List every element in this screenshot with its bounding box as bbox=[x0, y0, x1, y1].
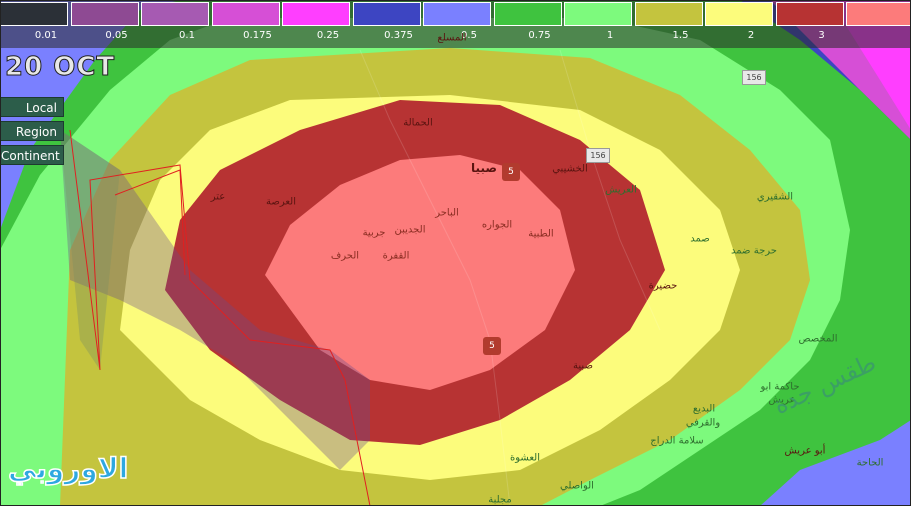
continent-button[interactable]: Continent bbox=[0, 145, 64, 165]
watermark-logo: الاوروبي bbox=[7, 451, 129, 486]
road-shield: 156 bbox=[742, 70, 766, 85]
legend-tick-label: 1.5 bbox=[672, 30, 689, 41]
place-label: عتر bbox=[210, 191, 226, 203]
place-label: الجديبن bbox=[394, 224, 426, 236]
place-label: العرصة bbox=[265, 196, 297, 208]
legend-swatch bbox=[352, 2, 421, 26]
place-label: صبيا bbox=[471, 161, 497, 175]
legend-swatch bbox=[846, 2, 911, 26]
place-label: الباحر bbox=[435, 207, 459, 219]
place-label: الحاحة bbox=[856, 457, 884, 469]
legend-swatch bbox=[564, 2, 632, 26]
legend-tick-label: 0.375 bbox=[384, 30, 413, 41]
region-button[interactable]: Region bbox=[0, 121, 64, 141]
place-label: الجواره bbox=[481, 219, 513, 231]
place-label: مجلبة bbox=[488, 494, 512, 506]
place-label: العشوة bbox=[510, 452, 540, 464]
legend-swatch bbox=[775, 2, 844, 26]
legend-swatch bbox=[423, 2, 491, 26]
place-label: الحرف bbox=[330, 250, 360, 262]
legend-swatch bbox=[282, 2, 350, 26]
local-button[interactable]: Local bbox=[0, 97, 64, 117]
legend-swatch bbox=[634, 2, 703, 26]
legend-swatch bbox=[70, 2, 139, 26]
legend-swatch bbox=[211, 2, 280, 26]
place-label: المسلع bbox=[437, 32, 467, 44]
place-label: سلامة الدراج bbox=[650, 435, 704, 447]
place-label: الشقيري bbox=[756, 191, 794, 203]
place-label: حضيرة bbox=[648, 280, 678, 292]
place-label: المخصص bbox=[798, 333, 838, 345]
legend-tick-label: 2 bbox=[747, 30, 755, 41]
legend-tick-label: 0.05 bbox=[105, 30, 128, 41]
route-shield: 5 bbox=[483, 337, 501, 355]
place-label: جربية bbox=[362, 227, 386, 239]
legend-tick-label: 0.25 bbox=[316, 30, 340, 41]
date-label: 20 OCT bbox=[4, 52, 116, 83]
route-shield: 5 bbox=[502, 163, 520, 181]
place-label: الحمالة bbox=[403, 117, 433, 129]
place-label: العريش bbox=[605, 184, 637, 196]
place-label: القفرة bbox=[382, 250, 410, 262]
place-label: البديع bbox=[692, 403, 716, 415]
place-label: والقرفي bbox=[685, 417, 721, 429]
legend-swatch bbox=[705, 2, 773, 26]
place-label: صمد bbox=[690, 233, 710, 245]
road-shield: 156 bbox=[586, 148, 610, 163]
map-app: 0.01 0.05 0.1 0.175 0.25 0.375 0.5 0.75 1 1.5 2 3 2… bbox=[0, 0, 911, 506]
place-label: الطبية bbox=[528, 228, 554, 240]
legend-tick-label: 0.175 bbox=[243, 30, 272, 41]
legend-tick-label: 0.75 bbox=[528, 30, 551, 41]
legend-tick-label: 0.1 bbox=[179, 30, 195, 41]
place-label: صبية bbox=[573, 360, 593, 372]
place-label: الواصلي bbox=[560, 480, 594, 492]
legend-tick-label: 3 bbox=[818, 30, 825, 41]
legend-swatch bbox=[0, 2, 68, 26]
place-label: أبو عريش bbox=[784, 445, 826, 457]
legend-swatch bbox=[141, 2, 209, 26]
legend-swatch bbox=[493, 2, 562, 26]
legend-swatches bbox=[0, 2, 911, 26]
place-label: حرجة ضمد bbox=[731, 245, 777, 257]
place-label: الخشيبي bbox=[552, 163, 588, 175]
legend-tick-label: 1 bbox=[606, 30, 614, 41]
legend-tick-label: 0.01 bbox=[34, 30, 58, 41]
